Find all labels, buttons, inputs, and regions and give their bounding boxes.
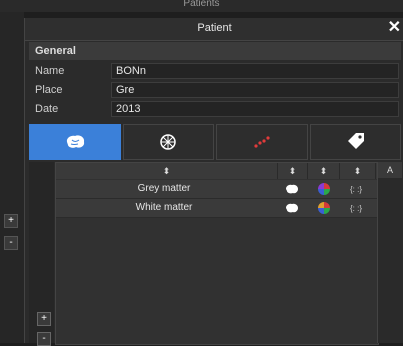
section-general: General (29, 42, 401, 60)
row-name: White matter (135, 202, 193, 213)
patient-dialog: Patient ✕ General Name BONn Place Gre Da… (24, 18, 403, 346)
table-header: ⬍ ⬍ ⬍ ⬍ (56, 163, 378, 179)
tab-bar (29, 124, 401, 160)
date-input[interactable]: 2013 (111, 101, 399, 117)
tag-icon (348, 133, 365, 149)
brain-icon (66, 135, 84, 148)
table-row[interactable]: White matter {: :} (56, 199, 378, 218)
extra-column-header[interactable]: A (378, 162, 402, 178)
field-name: Name BONn (29, 62, 401, 80)
row-name: Grey matter (137, 183, 191, 194)
color-wheel-icon[interactable] (316, 200, 332, 216)
list-side-column: + - (29, 162, 54, 346)
background-add-button[interactable]: + (4, 214, 18, 228)
dialog-titlebar: Patient ✕ (25, 18, 403, 41)
extra-column: A (377, 162, 402, 343)
tab-sites[interactable] (216, 124, 308, 160)
code-icon[interactable]: {: :} (348, 181, 364, 197)
code-icon[interactable]: {: :} (348, 200, 364, 216)
sites-icon (254, 136, 270, 148)
place-input[interactable]: Gre (111, 82, 399, 98)
brain-icon[interactable] (284, 181, 300, 197)
field-place-label: Place (35, 84, 63, 96)
tab-brain[interactable] (29, 124, 121, 160)
sort-color-header[interactable]: ⬍ (308, 163, 340, 179)
brain-mesh-icon (160, 134, 176, 150)
sort-mesh-header[interactable]: ⬍ (278, 163, 308, 179)
sort-code-header[interactable]: ⬍ (340, 163, 376, 179)
dialog-title: Patient (197, 22, 232, 34)
field-date: Date 2013 (29, 100, 401, 118)
add-button[interactable]: + (37, 312, 51, 326)
brain-icon[interactable] (284, 200, 300, 216)
color-wheel-icon[interactable] (316, 181, 332, 197)
sort-name-header[interactable]: ⬍ (56, 163, 278, 179)
background-left-panel: + - (0, 12, 24, 343)
name-input[interactable]: BONn (111, 63, 399, 79)
field-place: Place Gre (29, 81, 401, 99)
background-window-title: Patients (0, 0, 403, 12)
areas-table: ⬍ ⬍ ⬍ ⬍ Grey matter {: :} White matter {… (55, 162, 379, 345)
tab-tags[interactable] (309, 124, 401, 160)
tab-brain-mesh[interactable] (122, 124, 214, 160)
background-remove-button[interactable]: - (4, 236, 18, 250)
remove-button[interactable]: - (37, 332, 51, 346)
field-name-label: Name (35, 65, 65, 77)
table-row[interactable]: Grey matter {: :} (56, 180, 378, 199)
field-date-label: Date (35, 103, 59, 115)
close-button[interactable]: ✕ (388, 19, 401, 37)
